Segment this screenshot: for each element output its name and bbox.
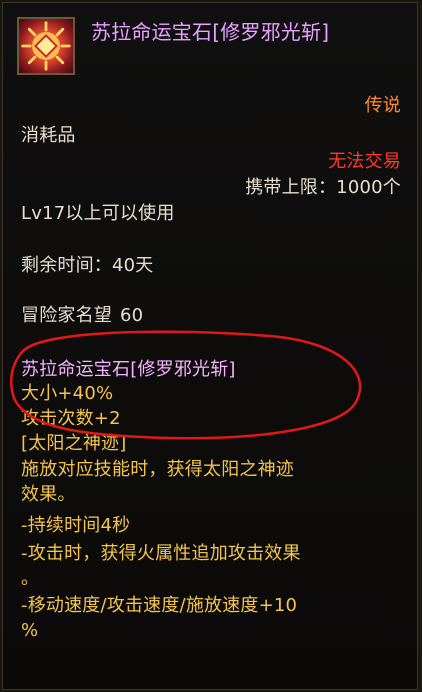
skill-desc-line: -移动速度/攻击速度/施放速度+10 — [21, 595, 298, 616]
enchant-name: 苏拉命运宝石[修罗邪光斩] — [21, 359, 236, 380]
rarity-label: 传说 — [364, 95, 401, 116]
sun-gem-icon — [17, 17, 75, 75]
item-tooltip: 苏拉命运宝石[修罗邪光斩] 传说 消耗品 无法交易 携带上限：1000个 Lv1… — [2, 2, 418, 690]
skill-desc-line: 效果。 — [21, 484, 76, 505]
skill-desc-line: -攻击时，获得火属性追加攻击效果 — [21, 543, 301, 564]
skill-desc-line: % — [21, 620, 39, 641]
skill-desc-line: -持续时间4秒 — [21, 515, 131, 536]
fame-label: 冒险家名望 — [21, 305, 112, 326]
skill-name: [太阳之神迹] — [21, 433, 127, 454]
remaining-time: 剩余时间：40天 — [21, 255, 154, 276]
carry-limit: 携带上限：1000个 — [245, 177, 401, 198]
enchant-size: 大小+40% — [21, 383, 114, 404]
skill-desc-line: 。 — [21, 568, 40, 589]
fame-row: 冒险家名望 60 — [21, 305, 143, 327]
item-title: 苏拉命运宝石[修罗邪光斩] — [91, 20, 330, 44]
item-category: 消耗品 — [21, 125, 76, 146]
fame-value: 60 — [120, 305, 144, 326]
skill-desc-line: 施放对应技能时，获得太阳之神迹 — [21, 459, 294, 480]
trade-status: 无法交易 — [328, 151, 401, 172]
enchant-attack-count: 攻击次数+2 — [21, 408, 121, 429]
level-requirement: Lv17以上可以使用 — [21, 203, 175, 224]
